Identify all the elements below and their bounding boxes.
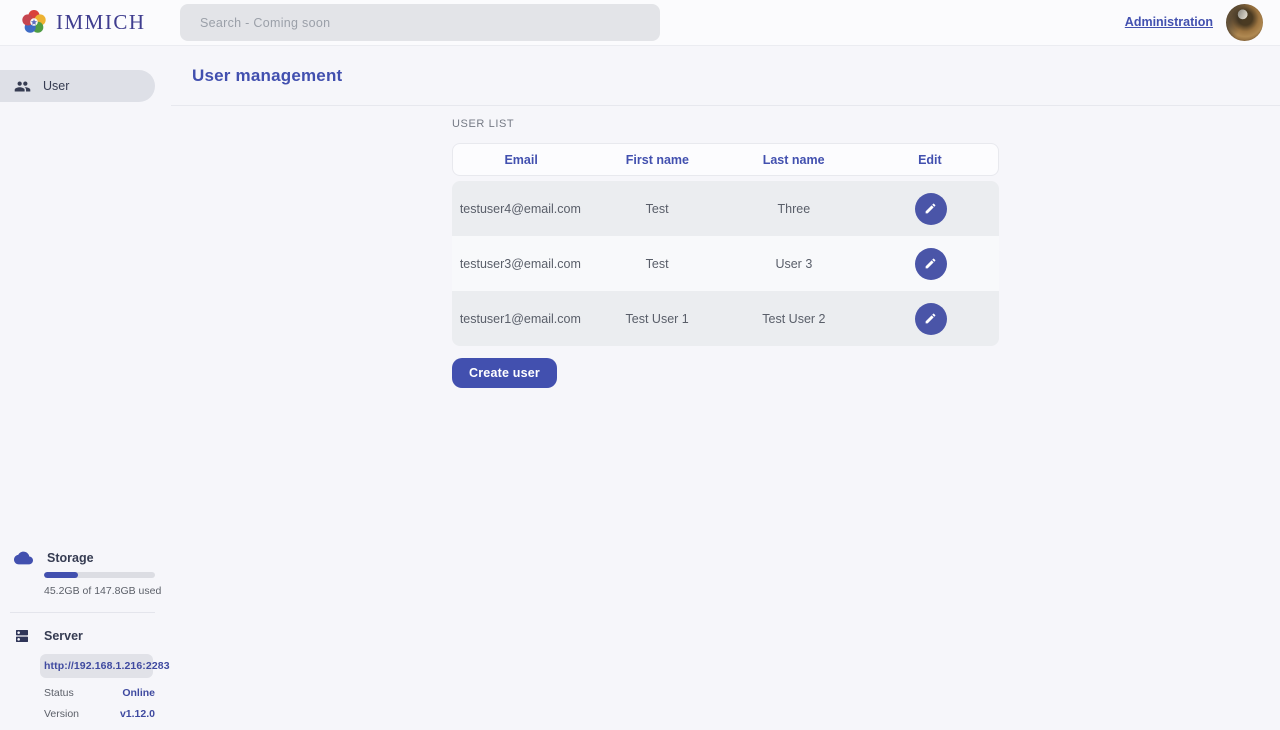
server-status-label: Status [44,687,74,699]
sidebar-divider [10,612,155,613]
sidebar-item-user[interactable]: User [0,70,155,102]
pencil-icon [924,202,937,215]
page-header: User management [171,46,1280,106]
user-email: testuser1@email.com [452,312,589,326]
top-bar: IMMICH Administration [0,0,1280,46]
pencil-icon [924,257,937,270]
server-title: Server [44,629,83,643]
immich-flower-icon [20,8,48,36]
sidebar: User Storage 45.2GB of 147.8GB used Serv… [0,46,171,730]
user-table-header: Email First name Last name Edit [452,143,999,176]
edit-user-button[interactable] [915,248,947,280]
column-header-last-name: Last name [726,153,862,167]
user-email: testuser4@email.com [452,202,589,216]
server-url: http://192.168.1.216:2283 [40,654,153,678]
edit-user-button[interactable] [915,303,947,335]
brand-name: IMMICH [56,10,146,35]
create-user-button[interactable]: Create user [452,358,557,388]
user-first-name: Test User 1 [589,312,726,326]
brand[interactable]: IMMICH [20,8,146,36]
user-last-name: User 3 [726,257,863,271]
dns-icon [14,628,30,644]
main-panel: User management USER LIST Email First na… [171,46,1280,730]
column-header-email: Email [453,153,589,167]
edit-user-button[interactable] [915,193,947,225]
user-last-name: Test User 2 [726,312,863,326]
user-email: testuser3@email.com [452,257,589,271]
column-header-first-name: First name [589,153,725,167]
column-header-edit: Edit [862,153,998,167]
storage-usage-text: 45.2GB of 147.8GB used [44,585,171,597]
table-row: testuser4@email.com Test Three [452,181,999,236]
search-input[interactable] [200,16,640,30]
cloud-icon [14,551,33,565]
user-last-name: Three [726,202,863,216]
sidebar-item-label: User [43,79,69,93]
user-table-body: testuser4@email.com Test Three testuser3… [452,181,999,346]
table-row: testuser1@email.com Test User 1 Test Use… [452,291,999,346]
user-first-name: Test [589,202,726,216]
user-first-name: Test [589,257,726,271]
table-row: testuser3@email.com Test User 3 [452,236,999,291]
storage-progress-bar [44,572,155,578]
sidebar-footer: Storage 45.2GB of 147.8GB used Server ht… [0,551,171,720]
user-list-label: USER LIST [452,118,999,130]
page-title: User management [192,66,342,86]
pencil-icon [924,312,937,325]
storage-title: Storage [47,551,94,565]
group-icon [14,78,31,95]
server-version-value: v1.12.0 [120,708,155,720]
search-bar[interactable] [180,4,660,41]
server-status-value: Online [122,687,155,699]
storage-progress-fill [44,572,78,578]
administration-link[interactable]: Administration [1125,15,1213,29]
user-avatar[interactable] [1226,4,1263,41]
server-version-label: Version [44,708,79,720]
